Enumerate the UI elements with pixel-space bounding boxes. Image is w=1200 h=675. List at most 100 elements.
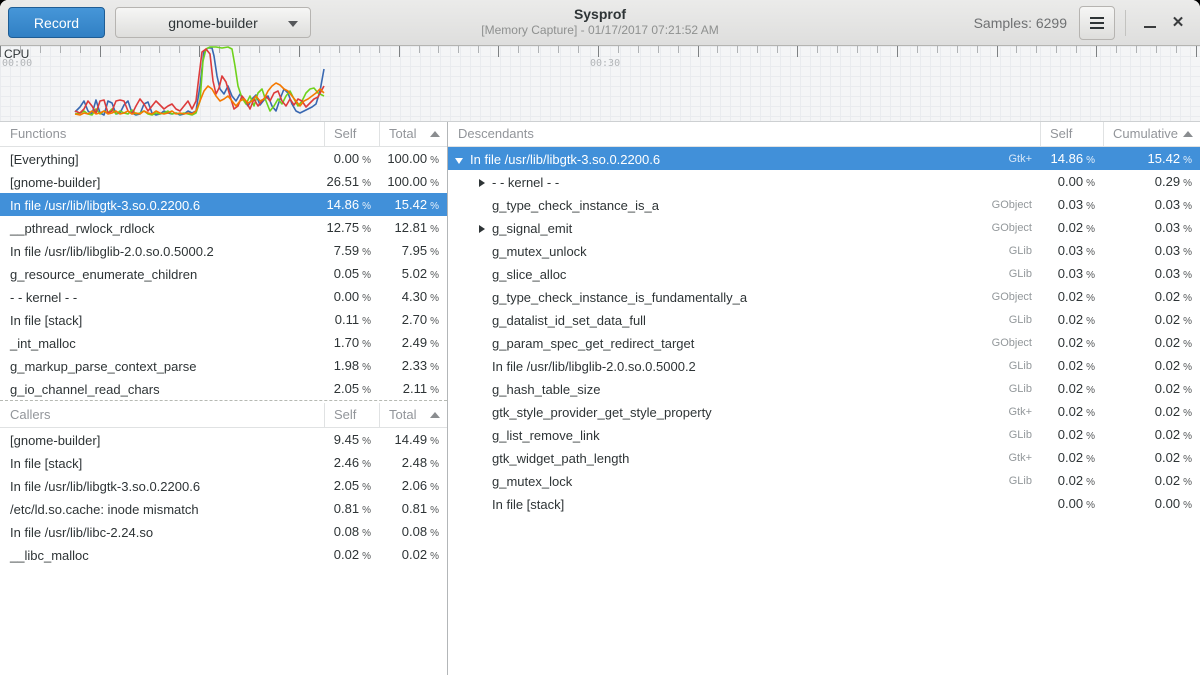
percent-value: 0.03% (1040, 239, 1103, 264)
cpu-usage-graph[interactable]: CPU 00:0000:30 (0, 46, 1200, 122)
tree-row[interactable]: gtk_style_provider_get_style_propertyGtk… (448, 400, 1200, 423)
percent-sign-icon: % (1086, 477, 1095, 488)
menu-button[interactable] (1079, 6, 1115, 40)
table-row[interactable]: [Everything]0.00%100.00% (0, 147, 447, 170)
headerbar: Record gnome-builder Sysprof [Memory Cap… (0, 0, 1200, 46)
table-row[interactable]: In file /usr/lib/libc-2.24.so0.08%0.08% (0, 520, 447, 543)
table-row[interactable]: In file [stack]0.11%2.70% (0, 308, 447, 331)
tree-row[interactable]: g_signal_emitGObject0.02%0.03% (448, 216, 1200, 239)
table-row[interactable]: In file /usr/lib/libglib-2.0.so.0.5000.2… (0, 239, 447, 262)
percent-value: 14.86% (324, 193, 379, 218)
timeline-label: 00:30 (590, 58, 620, 69)
percent-value: 0.03% (1040, 193, 1103, 218)
tree-row[interactable]: g_type_check_instance_is_aGObject0.03%0.… (448, 193, 1200, 216)
descendant-name: In file /usr/lib/libglib-2.0.so.0.5000.2… (448, 354, 1040, 379)
self-column-header[interactable]: Self (324, 403, 379, 427)
self-column-header[interactable]: Self (324, 122, 379, 146)
tree-row[interactable]: g_hash_table_sizeGLib0.02%0.02% (448, 377, 1200, 400)
process-selector-value: gnome-builder (168, 15, 258, 31)
function-name: In file /usr/lib/libgtk-3.so.0.2200.6 (0, 474, 324, 499)
library-category-badge: Gtk+ (1008, 447, 1040, 470)
total-column-header[interactable]: Total (379, 403, 447, 427)
percent-sign-icon: % (1086, 454, 1095, 465)
tree-row[interactable]: In file /usr/lib/libgtk-3.so.0.2200.6Gtk… (448, 147, 1200, 170)
tree-row[interactable]: - - kernel - -0.00%0.29% (448, 170, 1200, 193)
percent-value: 2.05% (324, 377, 379, 402)
tree-row[interactable]: g_type_check_instance_is_fundamentally_a… (448, 285, 1200, 308)
function-name: - - kernel - - (0, 285, 324, 310)
table-row[interactable]: g_resource_enumerate_children0.05%5.02% (0, 262, 447, 285)
percent-sign-icon: % (430, 482, 439, 493)
percent-value: 0.02% (1103, 331, 1200, 356)
tree-row[interactable]: g_list_remove_linkGLib0.02%0.02% (448, 423, 1200, 446)
percent-value: 100.00% (379, 170, 447, 195)
percent-value: 0.02% (324, 543, 379, 568)
table-row[interactable]: g_io_channel_read_chars2.05%2.11% (0, 377, 447, 400)
descendant-name: gtk_widget_path_lengthGtk+ (448, 446, 1040, 471)
percent-value: 0.05% (324, 262, 379, 287)
table-row[interactable]: - - kernel - -0.00%4.30% (0, 285, 447, 308)
percent-sign-icon: % (362, 482, 371, 493)
table-row[interactable]: [gnome-builder]9.45%14.49% (0, 428, 447, 451)
table-row[interactable]: In file /usr/lib/libgtk-3.so.0.2200.62.0… (0, 474, 447, 497)
descendants-column-header[interactable]: Descendants (448, 122, 1040, 146)
tree-row[interactable]: g_mutex_unlockGLib0.03%0.03% (448, 239, 1200, 262)
tree-row[interactable]: gtk_widget_path_lengthGtk+0.02%0.02% (448, 446, 1200, 469)
percent-value: 0.02% (1103, 285, 1200, 310)
percent-sign-icon: % (362, 436, 371, 447)
capture-subtitle: [Memory Capture] - 01/17/2017 07:21:52 A… (481, 23, 718, 37)
function-name: g_type_check_instance_is_a (492, 194, 659, 217)
minimize-button[interactable] (1136, 9, 1164, 37)
right-pane: Descendants Self Cumulative In file /usr… (448, 122, 1200, 675)
tree-row[interactable]: g_datalist_id_set_data_fullGLib0.02%0.02… (448, 308, 1200, 331)
percent-value: 0.00% (1040, 492, 1103, 517)
cumulative-column-header[interactable]: Cumulative (1103, 122, 1200, 146)
percent-value: 0.03% (1103, 216, 1200, 241)
library-category-badge: Gtk+ (1008, 401, 1040, 424)
table-row[interactable]: __libc_malloc0.02%0.02% (0, 543, 447, 566)
callers-column-header[interactable]: Callers (0, 403, 324, 427)
percent-value: 0.08% (324, 520, 379, 545)
percent-sign-icon: % (1183, 454, 1192, 465)
function-name: _int_malloc (0, 331, 324, 356)
tree-row[interactable]: In file /usr/lib/libglib-2.0.so.0.5000.2… (448, 354, 1200, 377)
percent-sign-icon: % (430, 339, 439, 350)
self-column-header[interactable]: Self (1040, 122, 1103, 146)
function-name: g_type_check_instance_is_fundamentally_a (492, 286, 747, 309)
percent-sign-icon: % (1183, 362, 1192, 373)
descendant-name: g_type_check_instance_is_aGObject (448, 193, 1040, 218)
record-button[interactable]: Record (8, 7, 105, 38)
function-name: g_datalist_id_set_data_full (492, 309, 646, 332)
process-selector-dropdown[interactable]: gnome-builder (115, 7, 311, 38)
function-name: In file /usr/lib/libc-2.24.so (0, 520, 324, 545)
function-name: [Everything] (0, 147, 324, 172)
function-name: g_signal_emit (492, 217, 572, 240)
functions-column-header[interactable]: Functions (0, 122, 324, 146)
table-row[interactable]: /etc/ld.so.cache: inode mismatch0.81%0.8… (0, 497, 447, 520)
tree-row[interactable]: g_mutex_lockGLib0.02%0.02% (448, 469, 1200, 492)
table-row[interactable]: In file /usr/lib/libgtk-3.so.0.2200.614.… (0, 193, 447, 216)
percent-value: 2.11% (379, 377, 447, 402)
percent-sign-icon: % (1183, 293, 1192, 304)
table-row[interactable]: g_markup_parse_context_parse1.98%2.33% (0, 354, 447, 377)
percent-sign-icon: % (1086, 155, 1095, 166)
total-column-header[interactable]: Total (379, 122, 447, 146)
tree-row[interactable]: In file [stack]0.00%0.00% (448, 492, 1200, 515)
library-category-badge: GLib (1009, 263, 1040, 286)
table-row[interactable]: [gnome-builder]26.51%100.00% (0, 170, 447, 193)
tree-row[interactable]: g_slice_allocGLib0.03%0.03% (448, 262, 1200, 285)
percent-value: 2.33% (379, 354, 447, 379)
close-button[interactable]: ✕ (1164, 9, 1192, 37)
percent-sign-icon: % (430, 528, 439, 539)
percent-value: 2.70% (379, 308, 447, 333)
table-row[interactable]: _int_malloc1.70%2.49% (0, 331, 447, 354)
percent-sign-icon: % (362, 551, 371, 562)
callers-table-header: Callers Self Total (0, 403, 447, 428)
tree-row[interactable]: g_param_spec_get_redirect_targetGObject0… (448, 331, 1200, 354)
percent-sign-icon: % (362, 339, 371, 350)
timeline-label: 00:00 (2, 58, 32, 69)
percent-sign-icon: % (1086, 270, 1095, 281)
table-row[interactable]: In file [stack]2.46%2.48% (0, 451, 447, 474)
table-row[interactable]: __pthread_rwlock_rdlock12.75%12.81% (0, 216, 447, 239)
hamburger-icon (1090, 17, 1104, 19)
